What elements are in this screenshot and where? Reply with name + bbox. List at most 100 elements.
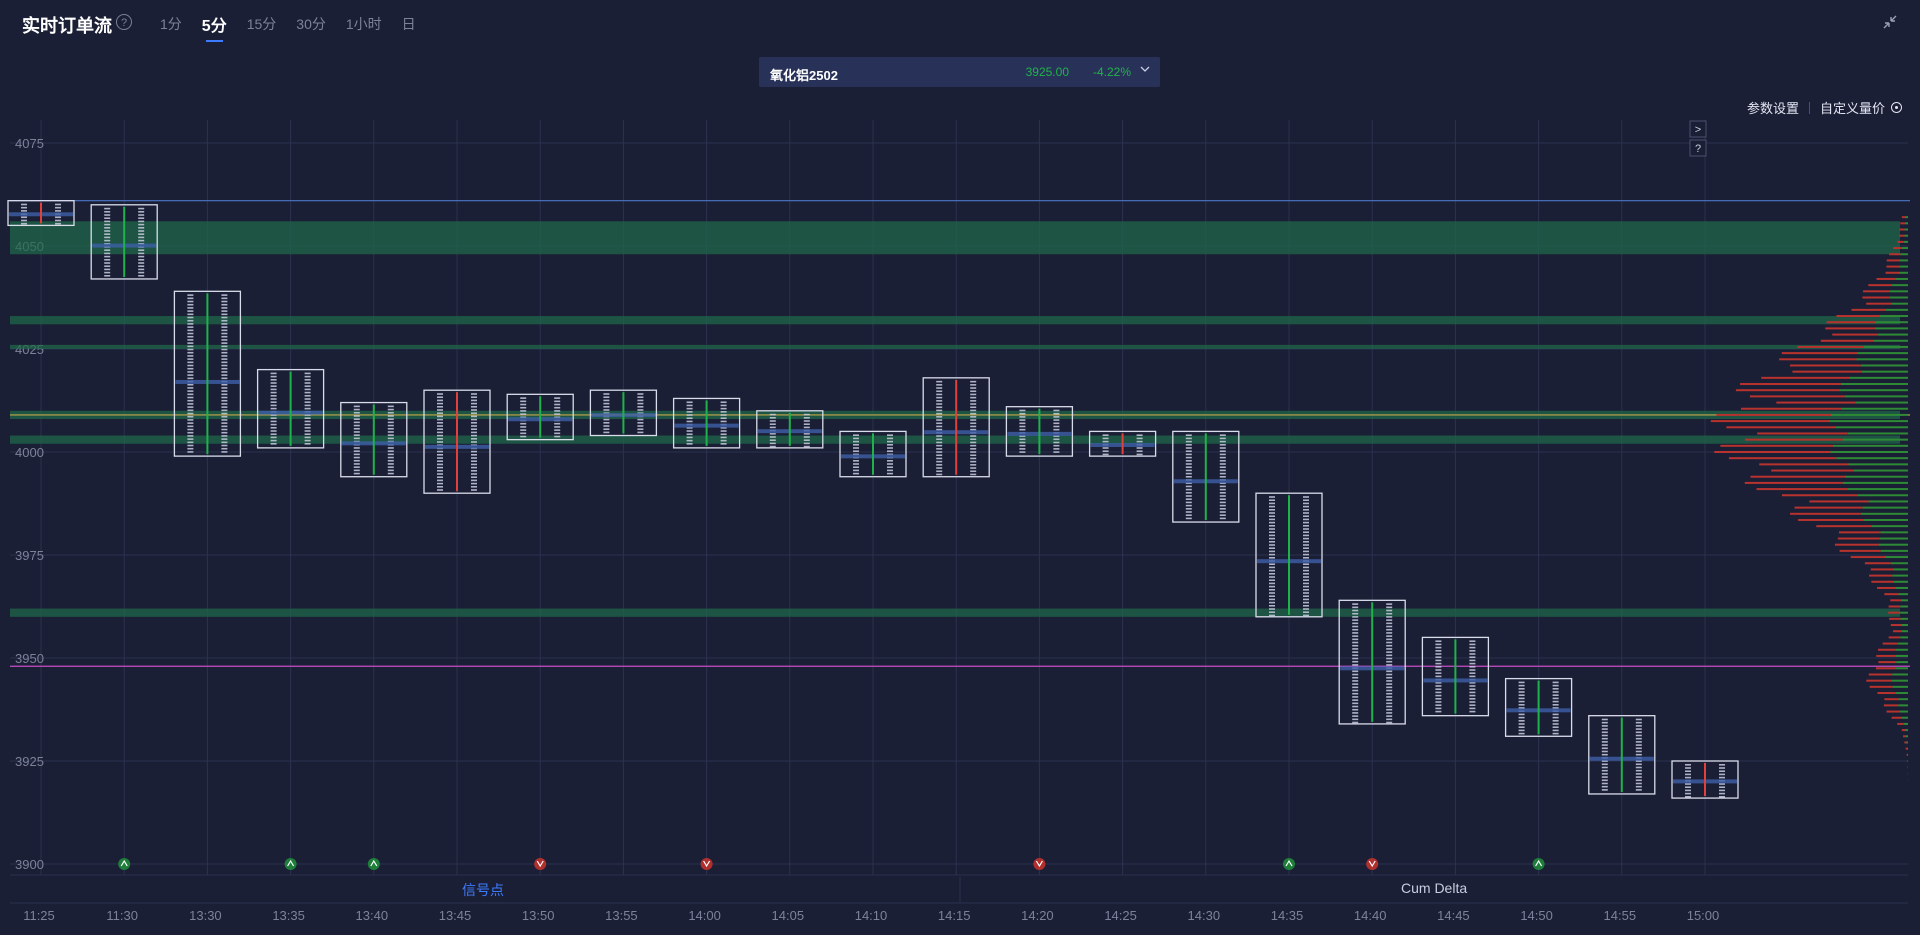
- profile-bar-buy: [1877, 333, 1908, 336]
- footprint-ask-cell: [1552, 697, 1559, 700]
- profile-bar-buy: [1897, 642, 1908, 645]
- footprint-ask-cell: [1719, 783, 1725, 785]
- footprint-bid-cell: [520, 429, 527, 431]
- footprint-bid-cell: [1352, 619, 1359, 621]
- footprint-bid-cell: [1102, 437, 1109, 440]
- profile-bar-sell: [1757, 432, 1848, 435]
- footprint-ask-cell: [1303, 557, 1309, 559]
- footprint-bid-cell: [686, 439, 693, 442]
- footprint-bid-cell: [437, 460, 443, 462]
- footprint-bid-cell: [1352, 712, 1359, 714]
- footprint-bid-cell: [353, 447, 360, 449]
- profile-bar-buy: [1899, 265, 1908, 268]
- footprint-ask-cell: [1469, 704, 1476, 706]
- footprint-ask-cell: [1719, 786, 1725, 788]
- footprint-bid-cell: [1601, 766, 1608, 769]
- footprint-bid-cell: [520, 400, 527, 403]
- footprint-bid-cell: [1019, 419, 1026, 421]
- footprint-ask-cell: [1303, 582, 1309, 585]
- footprint-ask-cell: [720, 411, 727, 413]
- signal-tab[interactable]: 信号点: [462, 880, 504, 900]
- footprint-bid-cell: [187, 406, 194, 408]
- footprint-bid-cell: [603, 396, 610, 398]
- profile-bar-buy: [1895, 277, 1908, 280]
- footprint-bid-cell: [686, 407, 693, 410]
- footprint-bid-cell: [1601, 750, 1608, 753]
- footprint-ask-cell: [1303, 541, 1309, 543]
- footprint-bid-cell: [437, 393, 443, 395]
- footprint-ask-cell: [1719, 773, 1725, 776]
- profile-bar-buy: [1890, 290, 1908, 293]
- footprint-ask-cell: [803, 436, 810, 438]
- footprint-ask-cell: [304, 407, 311, 410]
- footprint-ask-cell: [1469, 675, 1476, 678]
- footprint-bid-cell: [1352, 721, 1359, 724]
- footprint-ask-cell: [720, 401, 727, 404]
- footprint-bid-cell: [1601, 769, 1608, 772]
- profile-bar-sell: [1735, 389, 1840, 392]
- footprint-bid-cell: [769, 442, 776, 445]
- profile-bar-sell: [1876, 654, 1896, 657]
- footprint-ask-cell: [304, 427, 311, 429]
- footprint-bid-cell: [104, 268, 111, 271]
- profile-bar-sell: [1761, 376, 1850, 379]
- footprint-bid-cell: [603, 431, 610, 434]
- footprint-bid-cell: [437, 412, 443, 414]
- footprint-ask-cell: [1219, 469, 1226, 472]
- footprint-bid-cell: [104, 275, 111, 277]
- footprint-ask-cell: [1303, 566, 1309, 569]
- cum-delta-tab[interactable]: Cum Delta: [1401, 880, 1467, 896]
- volume-band: [10, 608, 1900, 617]
- footprint-bid-cell: [1352, 616, 1359, 618]
- footprint-bid-cell: [769, 417, 776, 419]
- footprint-bid-cell: [520, 426, 527, 428]
- footprint-ask-cell: [221, 444, 228, 447]
- footprint-ask-cell: [1469, 646, 1476, 649]
- footprint-bid-cell: [936, 400, 943, 402]
- profile-bar-sell: [1870, 568, 1894, 571]
- footprint-ask-cell: [1552, 691, 1559, 693]
- profile-bar-buy: [1903, 240, 1908, 243]
- profile-bar-buy: [1863, 345, 1908, 348]
- footprint-bid-cell: [1269, 541, 1275, 543]
- footprint-ask-cell: [1219, 444, 1226, 446]
- footprint-ask-cell: [1386, 628, 1393, 631]
- footprint-bid-cell: [437, 470, 443, 472]
- footprint-bid-cell: [1518, 716, 1525, 719]
- footprint-bid-cell: [1269, 598, 1275, 601]
- footprint-ask-cell: [304, 443, 311, 445]
- profile-bar-buy: [1906, 735, 1908, 738]
- footprint-ask-cell: [471, 441, 477, 443]
- profile-bar-buy: [1857, 494, 1908, 497]
- footprint-ask-cell: [138, 249, 145, 251]
- footprint-ask-cell: [1386, 603, 1393, 605]
- footprint-bid-cell: [437, 415, 443, 418]
- footprint-bid-cell: [270, 398, 277, 400]
- x-tick-label: 14:15: [938, 908, 971, 923]
- footprint-ask-cell: [1219, 501, 1226, 504]
- footprint-bid-cell: [104, 233, 111, 235]
- footprint-ask-cell: [1635, 725, 1642, 727]
- footprint-bid-cell: [187, 326, 194, 328]
- footprint-bid-cell: [936, 441, 943, 444]
- footprint-bid-cell: [1435, 662, 1442, 665]
- footprint-bid-cell: [1269, 585, 1275, 588]
- footprint-ask-cell: [970, 435, 977, 437]
- footprint-bid-cell: [1352, 689, 1359, 692]
- footprint-ask-cell: [471, 406, 477, 408]
- footprint-ask-cell: [221, 419, 228, 421]
- footprint-ask-cell: [1386, 657, 1393, 660]
- footprint-ask-cell: [138, 262, 145, 264]
- footprint-ask-cell: [471, 457, 477, 459]
- profile-bar-buy: [1898, 593, 1908, 596]
- footprint-bid-cell: [520, 432, 527, 435]
- signal-marker: [284, 858, 297, 870]
- footprint-ask-cell: [554, 400, 561, 403]
- profile-bar-sell: [1866, 302, 1892, 305]
- footprint-bid-cell: [520, 422, 527, 425]
- footprint-ask-cell: [1219, 485, 1226, 488]
- footprint-ask-cell: [1386, 696, 1393, 698]
- footprint-bid-cell: [104, 214, 111, 216]
- profile-bar-sell: [1882, 642, 1898, 645]
- footprint-bid-cell: [104, 227, 111, 229]
